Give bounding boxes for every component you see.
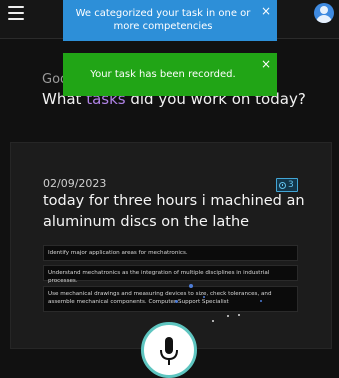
notification-message: Your task has been recorded.	[90, 69, 236, 80]
listening-dot	[175, 300, 178, 303]
listening-dot	[260, 300, 262, 302]
close-icon[interactable]: ×	[261, 5, 271, 17]
competency-item: Understand mechatronics as the integrati…	[43, 265, 298, 284]
hamburger-menu-icon[interactable]	[8, 6, 24, 20]
task-description: today for three hours i machined an alum…	[43, 193, 305, 230]
recorded-notification: Your task has been recorded. ×	[63, 53, 277, 96]
microphone-icon	[160, 337, 178, 365]
listening-dot	[189, 284, 193, 288]
close-icon[interactable]: ×	[261, 58, 271, 70]
task-card: 02/09/2023 3 today for three hours i mac…	[10, 142, 332, 349]
task-date: 02/09/2023	[43, 177, 107, 190]
clock-icon	[279, 181, 286, 189]
listening-dot	[238, 314, 240, 316]
microphone-button[interactable]	[141, 322, 197, 378]
listening-dot	[203, 296, 205, 298]
listening-dot	[212, 320, 214, 322]
competency-item: Use mechanical drawings and measuring de…	[43, 286, 298, 312]
listening-dot	[227, 315, 229, 317]
notification-message: We categorized your task in one or more …	[75, 8, 251, 32]
hours-badge: 3	[276, 178, 298, 192]
competency-item: Identify major application areas for mec…	[43, 245, 298, 261]
user-avatar-icon[interactable]	[314, 3, 334, 23]
competency-notification: We categorized your task in one or more …	[63, 0, 277, 41]
hours-value: 3	[288, 180, 294, 190]
